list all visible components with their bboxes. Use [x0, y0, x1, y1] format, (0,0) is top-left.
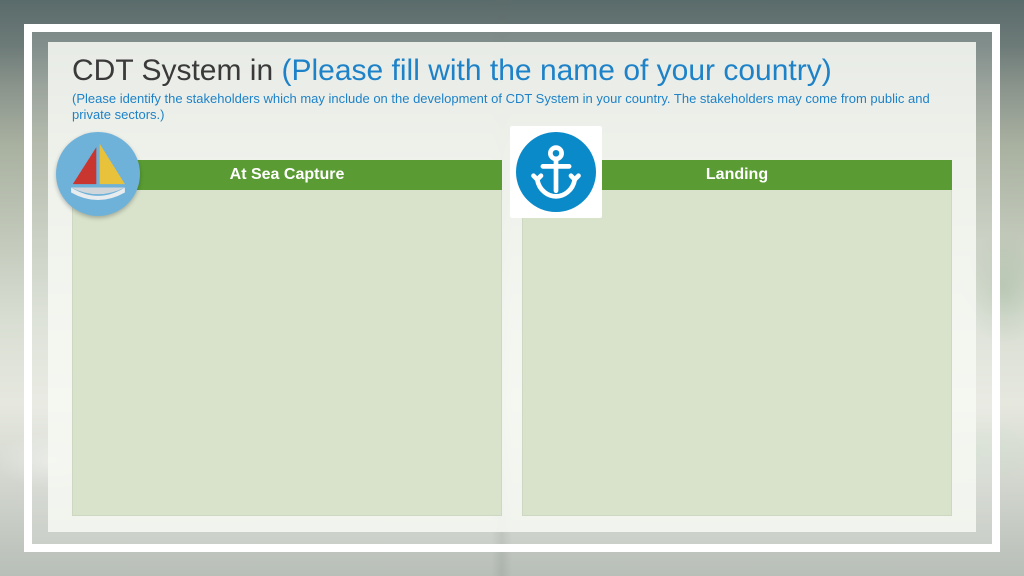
title-prefix: CDT System in — [72, 54, 282, 87]
title-hint: (Please fill with the name of your count… — [282, 54, 832, 87]
sailboat-icon — [56, 132, 140, 216]
card-at-sea-capture: At Sea Capture — [72, 160, 502, 516]
card-body — [522, 190, 952, 516]
slide-frame: CDT System in (Please fill with the name… — [24, 24, 1000, 552]
content-panel: CDT System in (Please fill with the name… — [48, 42, 976, 532]
anchor-icon-frame — [510, 126, 602, 218]
page-subtitle: (Please identify the stakeholders which … — [72, 91, 952, 124]
card-label: At Sea Capture — [230, 166, 345, 184]
card-landing: Landing — [522, 160, 952, 516]
card-label: Landing — [706, 166, 768, 184]
card-body — [72, 190, 502, 516]
page-title: CDT System in (Please fill with the name… — [72, 54, 952, 89]
anchor-icon — [516, 132, 596, 212]
card-row: At Sea Capture Landing — [72, 160, 952, 516]
